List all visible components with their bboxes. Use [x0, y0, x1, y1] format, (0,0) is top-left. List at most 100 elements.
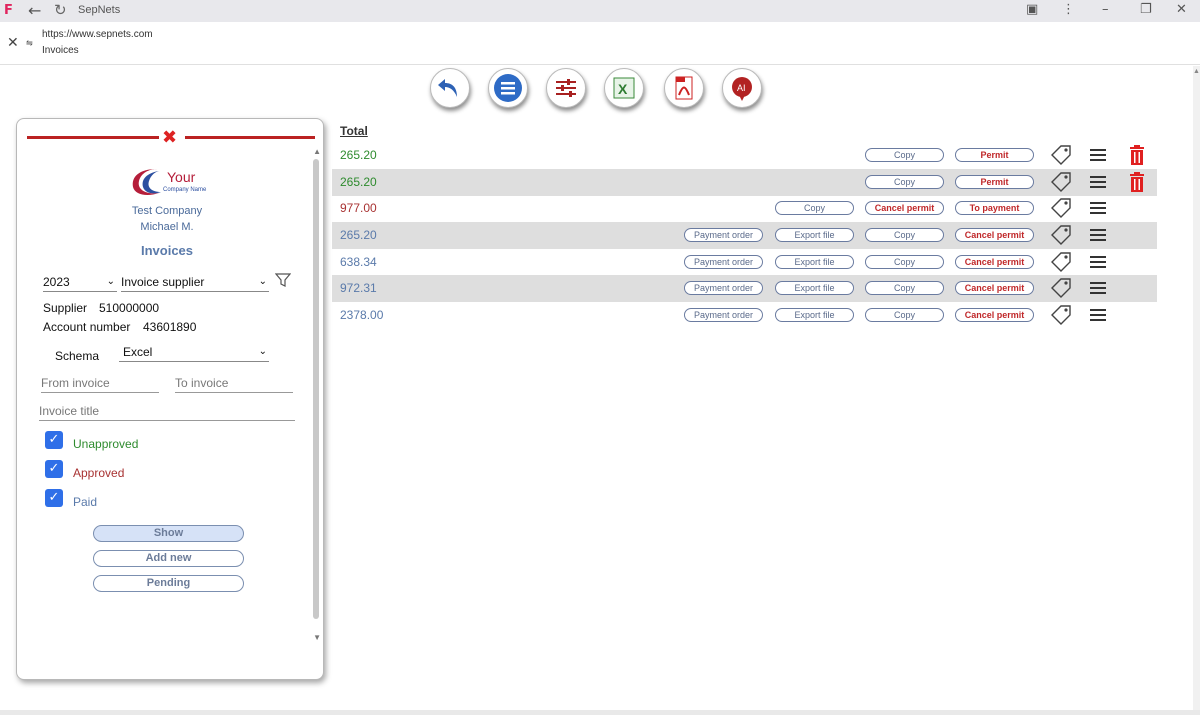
excel-button[interactable]: X [604, 68, 644, 108]
export-file-button[interactable]: Export file [775, 281, 854, 295]
approved-checkbox[interactable]: ✓ [45, 460, 63, 478]
menu-icon[interactable] [1089, 200, 1107, 216]
tag-icon[interactable] [1050, 198, 1072, 218]
export-file-button[interactable]: Export file [775, 228, 854, 242]
minimize-icon[interactable]: – [1102, 2, 1109, 17]
cancel-permit-button[interactable]: Cancel permit [955, 308, 1034, 322]
tag-icon[interactable] [1050, 172, 1072, 192]
logo-subtext: Company Name [163, 187, 207, 193]
menu-icon[interactable] [1089, 307, 1107, 323]
chevron-down-icon: ⌄ [258, 346, 267, 357]
chevron-down-icon: ⌄ [258, 276, 267, 287]
permit-button[interactable]: Permit [955, 148, 1034, 162]
invoice-total[interactable]: 265.20 [340, 175, 377, 189]
invoice-total[interactable]: 977.00 [340, 201, 377, 215]
divider [185, 136, 315, 139]
payment-order-button[interactable]: Payment order [684, 228, 763, 242]
to-payment-button[interactable]: To payment [955, 201, 1034, 215]
menu-icon[interactable] [1089, 174, 1107, 190]
export-file-button[interactable]: Export file [775, 255, 854, 269]
divider [27, 136, 159, 139]
permit-button[interactable]: Permit [955, 175, 1034, 189]
approved-label: Approved [73, 466, 125, 480]
scroll-up-icon[interactable]: ▲ [313, 147, 321, 156]
close-panel-icon[interactable]: ✖ [162, 127, 177, 148]
restore-icon[interactable]: ❐ [1140, 2, 1152, 17]
invoice-type-select[interactable]: Invoice supplier ⌄ [121, 274, 269, 292]
payment-order-button[interactable]: Payment order [684, 308, 763, 322]
show-button[interactable]: Show [93, 525, 244, 542]
to-invoice-input[interactable]: To invoice [175, 375, 293, 393]
paid-checkbox[interactable]: ✓ [45, 489, 63, 507]
year-select[interactable]: 2023 ⌄ [43, 274, 117, 292]
address-bar: ✕ ⇋ https://www.sepnets.com Invoices [0, 22, 1200, 65]
user-name: Michael M. [140, 221, 194, 233]
schema-value: Excel [123, 345, 153, 359]
invoice-total[interactable]: 972.31 [340, 281, 377, 295]
cancel-permit-button[interactable]: Cancel permit [865, 201, 944, 215]
invoice-total[interactable]: 638.34 [340, 255, 377, 269]
menu-icon[interactable] [1089, 147, 1107, 163]
reload-icon[interactable]: ↻ [54, 1, 67, 19]
add-new-button[interactable]: Add new [93, 550, 244, 567]
svg-text:AI: AI [737, 83, 746, 93]
site-settings-icon[interactable]: ⇋ [26, 36, 33, 49]
invoice-total[interactable]: 265.20 [340, 148, 377, 162]
page-scrollbar[interactable]: ▲ [1193, 66, 1200, 711]
tag-icon[interactable] [1050, 278, 1072, 298]
copy-button[interactable]: Copy [865, 175, 944, 189]
payment-order-button[interactable]: Payment order [684, 281, 763, 295]
list-button[interactable] [488, 68, 528, 108]
payment-order-button[interactable]: Payment order [684, 255, 763, 269]
scroll-down-icon[interactable]: ▼ [313, 633, 321, 642]
settings-button[interactable] [546, 68, 586, 108]
cancel-permit-button[interactable]: Cancel permit [955, 255, 1034, 269]
more-icon[interactable]: ⋮ [1062, 2, 1075, 17]
tag-icon[interactable] [1050, 225, 1072, 245]
trash-icon[interactable] [1128, 171, 1146, 193]
company-logo: Your Company Name [129, 165, 219, 199]
pdf-button[interactable] [664, 68, 704, 108]
menu-icon[interactable] [1089, 227, 1107, 243]
invoice-total[interactable]: 265.20 [340, 228, 377, 242]
back-button[interactable] [430, 68, 470, 108]
cancel-permit-button[interactable]: Cancel permit [955, 281, 1034, 295]
table-row: 265.20 Payment order Export file Copy Cancel… [332, 222, 1157, 249]
from-invoice-input[interactable]: From invoice [41, 375, 159, 393]
tag-icon[interactable] [1050, 252, 1072, 272]
app-logo-icon: F [4, 3, 13, 18]
close-window-icon[interactable]: ✕ [1176, 2, 1187, 17]
unapproved-checkbox[interactable]: ✓ [45, 431, 63, 449]
export-file-button[interactable]: Export file [775, 308, 854, 322]
scroll-up-icon[interactable]: ▲ [1193, 68, 1200, 75]
copy-button[interactable]: Copy [865, 255, 944, 269]
copy-button[interactable]: Copy [775, 201, 854, 215]
menu-icon[interactable] [1089, 254, 1107, 270]
schema-label: Schema [55, 349, 100, 363]
back-icon [438, 79, 457, 97]
close-icon[interactable]: ✕ [7, 35, 19, 51]
url-text[interactable]: https://www.sepnets.com [42, 29, 153, 40]
invoice-total[interactable]: 2378.00 [340, 308, 383, 322]
copy-button[interactable]: Copy [865, 148, 944, 162]
trash-icon[interactable] [1128, 144, 1146, 166]
tag-icon[interactable] [1050, 145, 1072, 165]
schema-select[interactable]: Excel ⌄ [119, 344, 269, 362]
tag-icon[interactable] [1050, 305, 1072, 325]
settings-sliders-icon [556, 79, 576, 97]
ai-button[interactable]: AI [722, 68, 762, 108]
total-column-header[interactable]: Total [340, 124, 368, 138]
extension-icon[interactable]: ▣ [1026, 2, 1038, 17]
copy-button[interactable]: Copy [865, 281, 944, 295]
logo-text: Your [167, 169, 196, 185]
copy-button[interactable]: Copy [865, 308, 944, 322]
title-bar: F ← ↻ SepNets ▣ ⋮ – ❐ ✕ [0, 0, 1200, 22]
pending-button[interactable]: Pending [93, 575, 244, 592]
filter-icon[interactable] [275, 272, 291, 288]
back-arrow-icon[interactable]: ← [28, 1, 41, 20]
invoice-title-input[interactable]: Invoice title [39, 403, 295, 421]
cancel-permit-button[interactable]: Cancel permit [955, 228, 1034, 242]
copy-button[interactable]: Copy [865, 228, 944, 242]
menu-icon[interactable] [1089, 280, 1107, 296]
table-row: 2378.00 Payment order Export file Copy Cance… [332, 302, 1157, 329]
